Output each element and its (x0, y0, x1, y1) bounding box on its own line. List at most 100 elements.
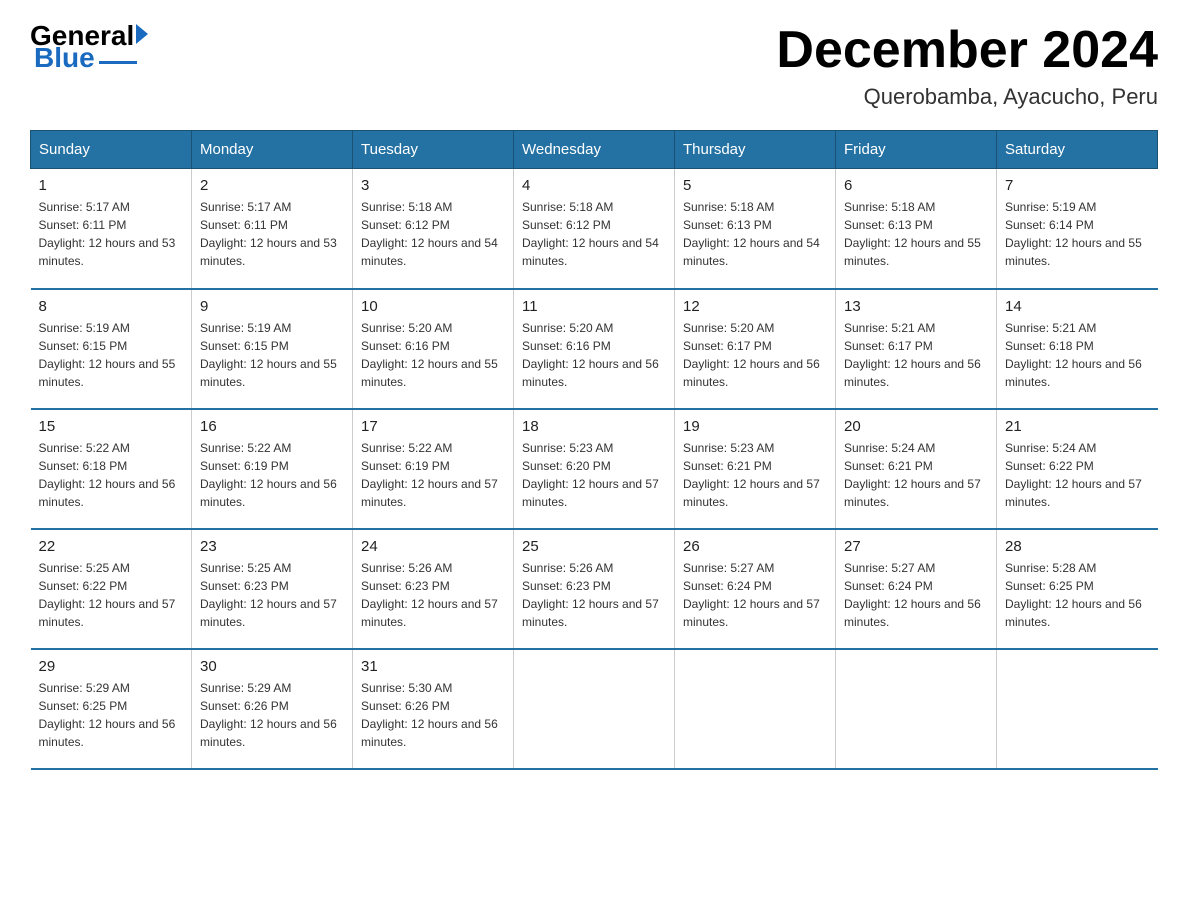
day-info: Sunrise: 5:21 AM Sunset: 6:18 PM Dayligh… (1005, 319, 1150, 391)
day-number: 30 (200, 658, 344, 675)
day-info: Sunrise: 5:18 AM Sunset: 6:13 PM Dayligh… (683, 198, 827, 270)
calendar-day-cell: 22 Sunrise: 5:25 AM Sunset: 6:22 PM Dayl… (31, 529, 192, 649)
day-info: Sunrise: 5:27 AM Sunset: 6:24 PM Dayligh… (844, 559, 988, 631)
calendar-day-cell: 25 Sunrise: 5:26 AM Sunset: 6:23 PM Dayl… (514, 529, 675, 649)
day-number: 31 (361, 658, 505, 675)
calendar-day-cell: 24 Sunrise: 5:26 AM Sunset: 6:23 PM Dayl… (353, 529, 514, 649)
day-info: Sunrise: 5:25 AM Sunset: 6:23 PM Dayligh… (200, 559, 344, 631)
day-info: Sunrise: 5:20 AM Sunset: 6:16 PM Dayligh… (361, 319, 505, 391)
calendar-day-cell: 12 Sunrise: 5:20 AM Sunset: 6:17 PM Dayl… (675, 289, 836, 409)
calendar-day-cell (514, 649, 675, 769)
calendar-day-cell: 7 Sunrise: 5:19 AM Sunset: 6:14 PM Dayli… (997, 169, 1158, 289)
calendar-day-cell: 3 Sunrise: 5:18 AM Sunset: 6:12 PM Dayli… (353, 169, 514, 289)
calendar-day-cell: 20 Sunrise: 5:24 AM Sunset: 6:21 PM Dayl… (836, 409, 997, 529)
day-number: 2 (200, 177, 344, 194)
calendar-week-row: 1 Sunrise: 5:17 AM Sunset: 6:11 PM Dayli… (31, 169, 1158, 289)
day-of-week-header: Wednesday (514, 131, 675, 169)
location-subtitle: Querobamba, Ayacucho, Peru (776, 84, 1158, 110)
day-number: 23 (200, 538, 344, 555)
calendar-day-cell: 11 Sunrise: 5:20 AM Sunset: 6:16 PM Dayl… (514, 289, 675, 409)
day-number: 24 (361, 538, 505, 555)
calendar-day-cell: 26 Sunrise: 5:27 AM Sunset: 6:24 PM Dayl… (675, 529, 836, 649)
day-number: 16 (200, 418, 344, 435)
title-area: December 2024 Querobamba, Ayacucho, Peru (776, 20, 1158, 110)
day-info: Sunrise: 5:19 AM Sunset: 6:14 PM Dayligh… (1005, 198, 1150, 270)
day-info: Sunrise: 5:20 AM Sunset: 6:16 PM Dayligh… (522, 319, 666, 391)
calendar-day-cell: 28 Sunrise: 5:28 AM Sunset: 6:25 PM Dayl… (997, 529, 1158, 649)
day-number: 8 (39, 298, 184, 315)
day-info: Sunrise: 5:24 AM Sunset: 6:22 PM Dayligh… (1005, 439, 1150, 511)
day-info: Sunrise: 5:23 AM Sunset: 6:21 PM Dayligh… (683, 439, 827, 511)
calendar-week-row: 15 Sunrise: 5:22 AM Sunset: 6:18 PM Dayl… (31, 409, 1158, 529)
header: General Blue December 2024 Querobamba, A… (30, 20, 1158, 110)
day-info: Sunrise: 5:27 AM Sunset: 6:24 PM Dayligh… (683, 559, 827, 631)
month-title: December 2024 (776, 20, 1158, 80)
day-info: Sunrise: 5:25 AM Sunset: 6:22 PM Dayligh… (39, 559, 184, 631)
day-number: 13 (844, 298, 988, 315)
day-info: Sunrise: 5:22 AM Sunset: 6:19 PM Dayligh… (361, 439, 505, 511)
day-info: Sunrise: 5:30 AM Sunset: 6:26 PM Dayligh… (361, 679, 505, 751)
day-number: 9 (200, 298, 344, 315)
day-info: Sunrise: 5:20 AM Sunset: 6:17 PM Dayligh… (683, 319, 827, 391)
day-number: 12 (683, 298, 827, 315)
day-info: Sunrise: 5:22 AM Sunset: 6:19 PM Dayligh… (200, 439, 344, 511)
day-number: 22 (39, 538, 184, 555)
day-number: 21 (1005, 418, 1150, 435)
day-of-week-header: Saturday (997, 131, 1158, 169)
day-number: 28 (1005, 538, 1150, 555)
day-of-week-header: Friday (836, 131, 997, 169)
calendar-day-cell: 1 Sunrise: 5:17 AM Sunset: 6:11 PM Dayli… (31, 169, 192, 289)
calendar-day-cell: 16 Sunrise: 5:22 AM Sunset: 6:19 PM Dayl… (192, 409, 353, 529)
day-info: Sunrise: 5:17 AM Sunset: 6:11 PM Dayligh… (39, 198, 184, 270)
calendar-header-row: SundayMondayTuesdayWednesdayThursdayFrid… (31, 131, 1158, 169)
calendar-day-cell: 9 Sunrise: 5:19 AM Sunset: 6:15 PM Dayli… (192, 289, 353, 409)
calendar-day-cell: 19 Sunrise: 5:23 AM Sunset: 6:21 PM Dayl… (675, 409, 836, 529)
calendar-day-cell: 14 Sunrise: 5:21 AM Sunset: 6:18 PM Dayl… (997, 289, 1158, 409)
day-number: 26 (683, 538, 827, 555)
day-info: Sunrise: 5:23 AM Sunset: 6:20 PM Dayligh… (522, 439, 666, 511)
calendar-day-cell: 21 Sunrise: 5:24 AM Sunset: 6:22 PM Dayl… (997, 409, 1158, 529)
calendar-day-cell: 8 Sunrise: 5:19 AM Sunset: 6:15 PM Dayli… (31, 289, 192, 409)
day-number: 1 (39, 177, 184, 194)
logo: General Blue (30, 20, 148, 74)
day-number: 27 (844, 538, 988, 555)
calendar-day-cell: 10 Sunrise: 5:20 AM Sunset: 6:16 PM Dayl… (353, 289, 514, 409)
day-info: Sunrise: 5:18 AM Sunset: 6:13 PM Dayligh… (844, 198, 988, 270)
day-info: Sunrise: 5:21 AM Sunset: 6:17 PM Dayligh… (844, 319, 988, 391)
day-of-week-header: Tuesday (353, 131, 514, 169)
day-number: 3 (361, 177, 505, 194)
day-info: Sunrise: 5:29 AM Sunset: 6:25 PM Dayligh… (39, 679, 184, 751)
calendar-day-cell (836, 649, 997, 769)
calendar-day-cell: 15 Sunrise: 5:22 AM Sunset: 6:18 PM Dayl… (31, 409, 192, 529)
calendar-day-cell: 4 Sunrise: 5:18 AM Sunset: 6:12 PM Dayli… (514, 169, 675, 289)
day-info: Sunrise: 5:28 AM Sunset: 6:25 PM Dayligh… (1005, 559, 1150, 631)
day-number: 20 (844, 418, 988, 435)
day-of-week-header: Monday (192, 131, 353, 169)
day-number: 14 (1005, 298, 1150, 315)
calendar-day-cell: 29 Sunrise: 5:29 AM Sunset: 6:25 PM Dayl… (31, 649, 192, 769)
day-info: Sunrise: 5:18 AM Sunset: 6:12 PM Dayligh… (361, 198, 505, 270)
calendar-day-cell: 2 Sunrise: 5:17 AM Sunset: 6:11 PM Dayli… (192, 169, 353, 289)
logo-triangle-icon (136, 24, 148, 44)
logo-blue-text: Blue (34, 42, 95, 74)
day-of-week-header: Sunday (31, 131, 192, 169)
calendar-day-cell: 23 Sunrise: 5:25 AM Sunset: 6:23 PM Dayl… (192, 529, 353, 649)
calendar-day-cell: 13 Sunrise: 5:21 AM Sunset: 6:17 PM Dayl… (836, 289, 997, 409)
calendar-day-cell: 31 Sunrise: 5:30 AM Sunset: 6:26 PM Dayl… (353, 649, 514, 769)
day-number: 6 (844, 177, 988, 194)
day-number: 11 (522, 298, 666, 315)
calendar-week-row: 22 Sunrise: 5:25 AM Sunset: 6:22 PM Dayl… (31, 529, 1158, 649)
day-info: Sunrise: 5:19 AM Sunset: 6:15 PM Dayligh… (200, 319, 344, 391)
day-info: Sunrise: 5:18 AM Sunset: 6:12 PM Dayligh… (522, 198, 666, 270)
day-info: Sunrise: 5:26 AM Sunset: 6:23 PM Dayligh… (361, 559, 505, 631)
calendar-day-cell (997, 649, 1158, 769)
calendar-day-cell: 5 Sunrise: 5:18 AM Sunset: 6:13 PM Dayli… (675, 169, 836, 289)
day-info: Sunrise: 5:26 AM Sunset: 6:23 PM Dayligh… (522, 559, 666, 631)
calendar-week-row: 8 Sunrise: 5:19 AM Sunset: 6:15 PM Dayli… (31, 289, 1158, 409)
calendar-day-cell: 30 Sunrise: 5:29 AM Sunset: 6:26 PM Dayl… (192, 649, 353, 769)
day-number: 5 (683, 177, 827, 194)
calendar-day-cell: 17 Sunrise: 5:22 AM Sunset: 6:19 PM Dayl… (353, 409, 514, 529)
day-number: 25 (522, 538, 666, 555)
calendar-day-cell: 6 Sunrise: 5:18 AM Sunset: 6:13 PM Dayli… (836, 169, 997, 289)
day-info: Sunrise: 5:24 AM Sunset: 6:21 PM Dayligh… (844, 439, 988, 511)
